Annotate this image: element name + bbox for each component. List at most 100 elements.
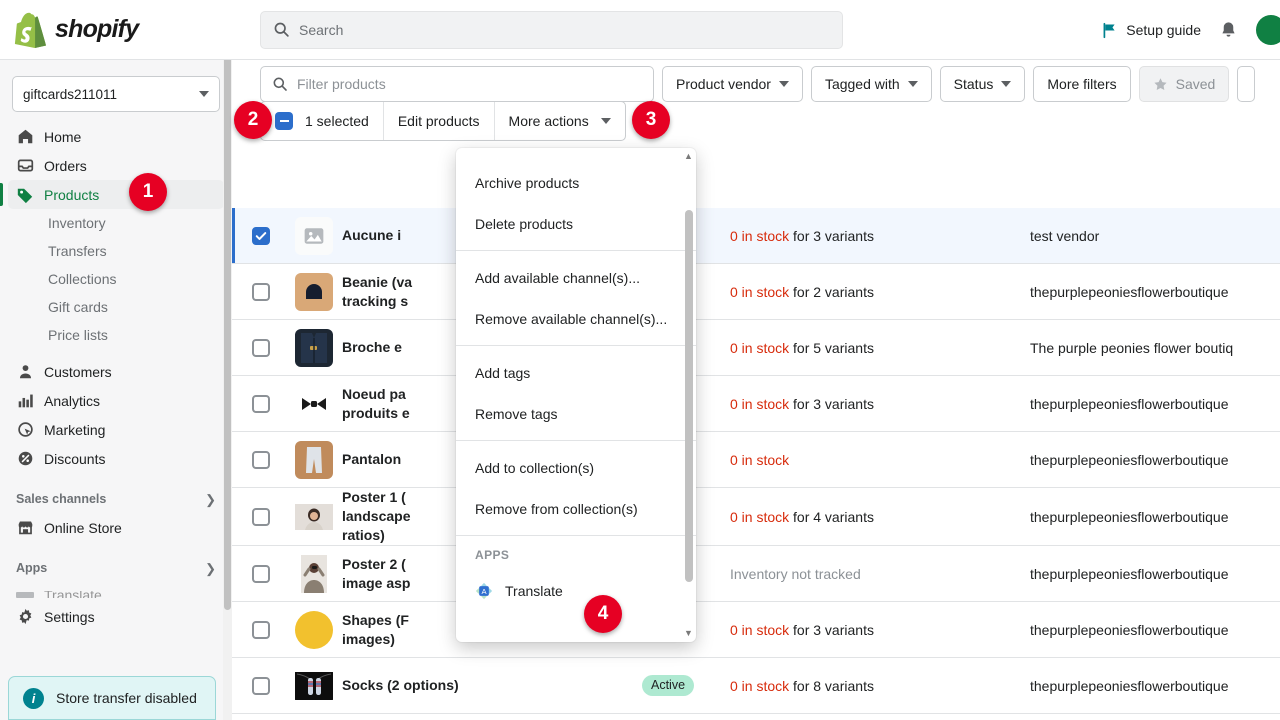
inventory-count: 0 in stock	[730, 227, 790, 244]
table-row[interactable]: Poster 1 (landscape ratios) 0 in stock for…	[232, 488, 1280, 546]
dropdown-scrollbar-thumb[interactable]	[685, 210, 693, 582]
row-thumbnail-cell	[286, 216, 342, 255]
sidebar-item-label: Discounts	[44, 450, 106, 467]
filter-status-button[interactable]: Status	[939, 66, 1026, 102]
filter-label: Status	[953, 76, 994, 92]
dropdown-group: Archive products Delete products	[456, 156, 696, 250]
row-vendor-cell: thepurplepeoniesflowerboutique	[1030, 395, 1229, 412]
row-vendor-cell: test vendor	[1030, 227, 1100, 244]
dropdown-group: Add available channel(s)... Remove availa…	[456, 250, 696, 345]
sidebar-subitem-inventory[interactable]: Inventory	[8, 209, 224, 237]
row-checkbox[interactable]	[252, 282, 270, 301]
shopify-logo[interactable]: shopify	[0, 12, 260, 48]
sidebar-item-discounts[interactable]: Discounts	[8, 444, 224, 473]
menu-item-archive-products[interactable]: Archive products	[456, 162, 696, 203]
table-row[interactable]: T-shirt (3 options, 100variants)Active0 …	[232, 714, 1280, 720]
row-thumbnail-cell	[286, 610, 342, 649]
analytics-icon	[16, 392, 34, 410]
menu-item-remove-tags[interactable]: Remove tags	[456, 393, 696, 434]
table-row[interactable]: Socks (2 options) Active 0 in stock for 8 …	[232, 658, 1280, 714]
sidebar-item-online-store[interactable]: Online Store	[8, 513, 224, 542]
app-label: Translate	[44, 591, 102, 598]
sidebar-section-sales-channels[interactable]: Sales channels ❯	[8, 485, 224, 513]
table-row[interactable]: Beanie (va tracking s0 in stock for 2 var…	[232, 264, 1280, 320]
table-row[interactable]: Noeud pa produits e0 in stock for 3 varia…	[232, 376, 1280, 432]
search-icon	[274, 22, 289, 37]
menu-item-add-available-channel-s[interactable]: Add available channel(s)...	[456, 257, 696, 298]
filter-more-filters-button[interactable]: More filters	[1033, 66, 1131, 102]
search-icon	[273, 77, 287, 91]
menu-item-delete-products[interactable]: Delete products	[456, 203, 696, 244]
sidebar-section-apps[interactable]: Apps ❯	[8, 554, 224, 582]
sidebar-item-products[interactable]: Products	[0, 180, 224, 209]
sidebar-item-customers[interactable]: Customers	[8, 357, 224, 386]
sidebar-subitem-collections[interactable]: Collections	[8, 265, 224, 293]
edit-products-button[interactable]: Edit products	[384, 102, 495, 140]
global-search-input[interactable]: Search	[260, 10, 843, 49]
sidebar-item-marketing[interactable]: Marketing	[8, 415, 224, 444]
row-checkbox-checked[interactable]	[252, 226, 270, 245]
home-icon	[16, 128, 34, 146]
row-checkbox[interactable]	[252, 676, 270, 695]
row-checkbox[interactable]	[252, 450, 270, 469]
menu-item-remove-from-collection-s[interactable]: Remove from collection(s)	[456, 488, 696, 529]
menu-item-label: Translate	[505, 582, 563, 599]
yellow-circle	[295, 610, 333, 649]
row-checkbox[interactable]	[252, 394, 270, 413]
menu-item-remove-available-channel-s[interactable]: Remove available channel(s)...	[456, 298, 696, 339]
row-thumbnail-cell	[286, 666, 342, 705]
menu-item-add-to-collection-s[interactable]: Add to collection(s)	[456, 447, 696, 488]
menu-item-translate[interactable]: A Translate	[456, 570, 696, 611]
filter-tagged-with-button[interactable]: Tagged with	[810, 66, 932, 102]
sidebar-item-home[interactable]: Home	[8, 122, 224, 151]
store-transfer-banner[interactable]: i Store transfer disabled	[8, 676, 216, 720]
row-checkbox[interactable]	[252, 564, 270, 583]
indeterminate-checkbox[interactable]	[275, 112, 293, 130]
filter-product-vendor-button[interactable]: Product vendor	[662, 66, 803, 102]
row-checkbox[interactable]	[252, 620, 270, 639]
bell-icon[interactable]	[1219, 20, 1238, 40]
step-marker-2: 2	[234, 101, 272, 139]
table-row[interactable]: Shapes (F images) 0 in stock for 3 variant…	[232, 602, 1280, 658]
status-badge: Active	[642, 675, 695, 696]
top-bar-right: Setup guide	[1101, 0, 1280, 60]
beanie-photo	[295, 272, 333, 311]
row-thumbnail-cell	[286, 440, 342, 479]
sidebar-item-app-clipped[interactable]: Translate	[8, 582, 224, 598]
table-row[interactable]: Broche e0 in stock for 5 variants The pur…	[232, 320, 1280, 376]
scroll-down-arrow-icon[interactable]: ▼	[683, 629, 694, 638]
avatar[interactable]	[1256, 15, 1280, 45]
filter-products-input[interactable]: Filter products	[260, 66, 654, 102]
chevron-down-icon	[907, 81, 918, 87]
row-vendor-cell: The purple peonies flower boutiq	[1030, 339, 1234, 356]
store-switcher[interactable]: giftcards211011	[12, 76, 220, 112]
scroll-up-arrow-icon[interactable]: ▲	[683, 152, 694, 161]
select-all-cell[interactable]: 1 selected	[261, 102, 384, 140]
sidebar-subitem-gift-cards[interactable]: Gift cards	[8, 293, 224, 321]
table-row[interactable]: Poster 2 (image asp Inventory not tracked…	[232, 546, 1280, 602]
menu-item-add-tags[interactable]: Add tags	[456, 352, 696, 393]
sidebar-subitem-transfers[interactable]: Transfers	[8, 237, 224, 265]
row-status-cell: Active	[642, 675, 730, 696]
setup-guide-button[interactable]: Setup guide	[1101, 22, 1201, 39]
row-checkbox[interactable]	[252, 338, 270, 357]
menu-item-label: Remove from collection(s)	[475, 500, 638, 517]
sidebar-item-orders[interactable]: Orders	[8, 151, 224, 180]
table-row[interactable]: Aucune i0 in stock for 3 variants test ve…	[232, 208, 1280, 264]
sidebar-subitem-price-lists[interactable]: Price lists	[8, 321, 224, 349]
filter-overflow-button[interactable]	[1237, 66, 1256, 102]
row-title-cell[interactable]: Socks (2 options)	[342, 676, 642, 695]
table-row[interactable]: Pantalon 0 in stock thepurplepeoniesflower…	[232, 432, 1280, 488]
flag-icon	[1103, 22, 1115, 38]
socks-photo	[295, 666, 333, 705]
saved-filter-button[interactable]: Saved	[1138, 66, 1230, 102]
sidebar-item-settings[interactable]: Settings	[8, 602, 224, 631]
row-inventory-cell: 0 in stock for 3 variants	[730, 228, 1030, 244]
more-actions-button[interactable]: More actions	[495, 102, 625, 140]
filter-label: More filters	[1047, 76, 1117, 92]
sidebar-item-analytics[interactable]: Analytics	[8, 386, 224, 415]
gear-icon	[16, 608, 34, 626]
row-checkbox[interactable]	[252, 507, 270, 526]
inventory-count: 0 in stock	[730, 451, 790, 468]
sidebar-scrollbar-thumb[interactable]	[224, 55, 231, 610]
